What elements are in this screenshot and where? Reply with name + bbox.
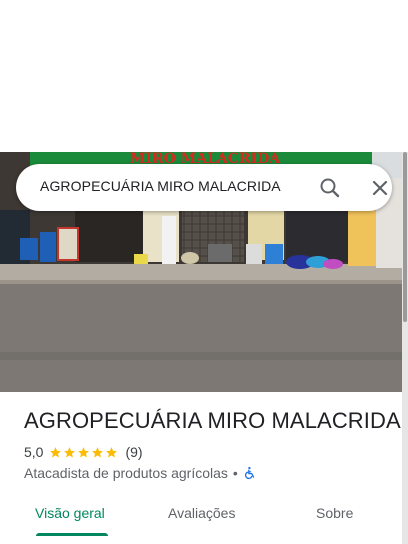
category-row: Atacadista de produtos agrícolas •: [24, 465, 257, 481]
star-rating: [49, 446, 119, 459]
review-count[interactable]: (9): [125, 444, 142, 460]
rating-row[interactable]: 5,0 (9): [24, 444, 143, 460]
place-category: Atacadista de produtos agrícolas: [24, 465, 228, 481]
star-icon: [92, 446, 104, 457]
active-tab-indicator: [36, 533, 108, 536]
tab-bar: Visão geral Avaliações Sobre: [0, 496, 402, 540]
rating-value: 5,0: [24, 444, 44, 460]
wheelchair-icon[interactable]: [243, 466, 257, 480]
search-icon[interactable]: [318, 176, 342, 200]
scrollbar[interactable]: [402, 152, 408, 544]
separator-dot: •: [232, 465, 238, 481]
tab-overview[interactable]: Visão geral: [35, 505, 105, 521]
star-icon: [106, 446, 118, 457]
tab-about[interactable]: Sobre: [316, 505, 353, 521]
place-title: AGROPECUÁRIA MIRO MALACRIDA: [24, 408, 401, 433]
star-icon: [64, 446, 76, 457]
close-icon[interactable]: [368, 176, 392, 200]
search-query-text[interactable]: AGROPECUÁRIA MIRO MALACRIDA: [40, 178, 281, 194]
tab-reviews[interactable]: Avaliações: [168, 505, 235, 521]
search-box[interactable]: AGROPECUÁRIA MIRO MALACRIDA: [16, 164, 392, 211]
star-icon: [50, 446, 62, 457]
star-icon: [78, 446, 90, 457]
scrollbar-thumb[interactable]: [403, 152, 407, 322]
